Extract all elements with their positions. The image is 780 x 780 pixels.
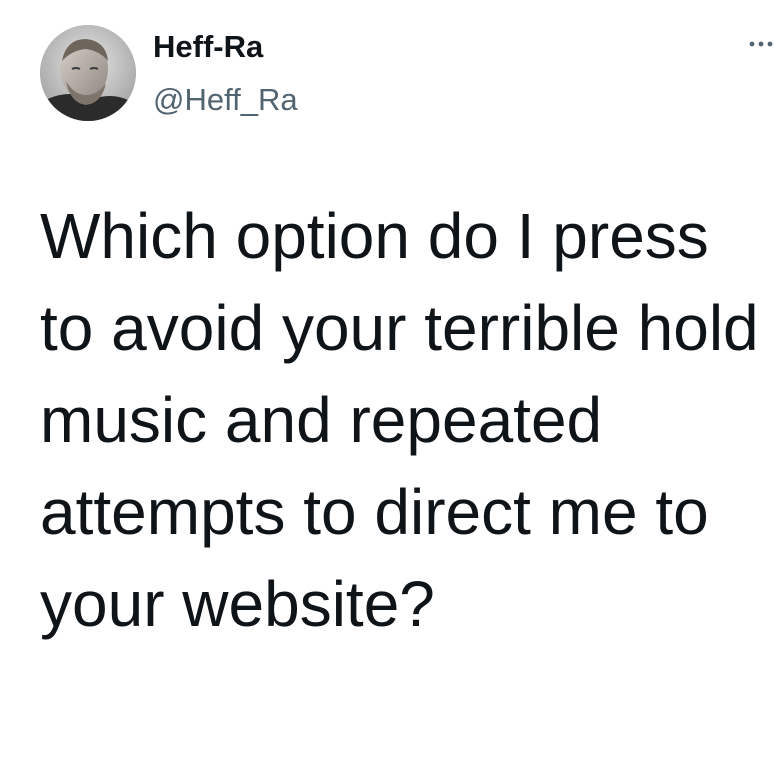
- tweet: Heff-Ra @Heff_Ra Which option do I press…: [0, 0, 780, 780]
- more-horizontal-icon: [749, 41, 773, 47]
- avatar[interactable]: [40, 25, 136, 121]
- avatar-photo: [40, 25, 136, 121]
- author-handle[interactable]: @Heff_Ra: [153, 82, 298, 118]
- author-display-name[interactable]: Heff-Ra: [153, 29, 263, 65]
- tweet-text: Which option do I press to avoid your te…: [40, 200, 759, 640]
- more-options-button[interactable]: [745, 30, 777, 58]
